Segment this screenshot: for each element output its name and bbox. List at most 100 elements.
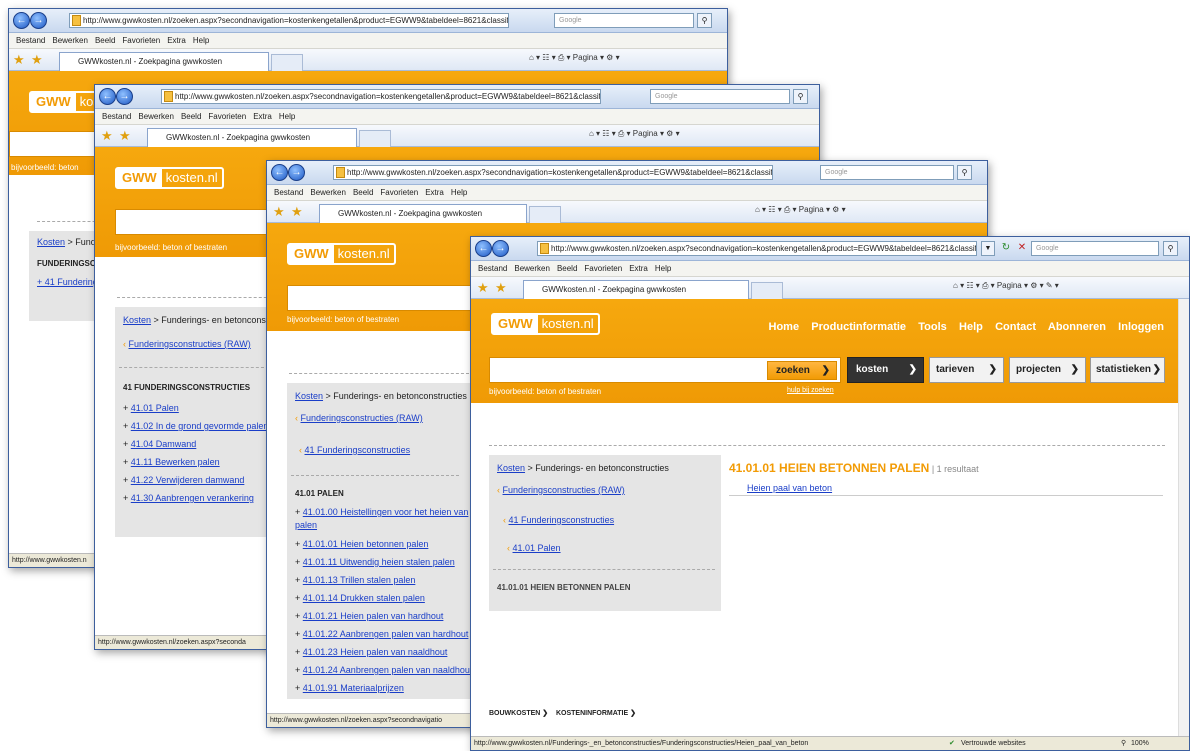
menu-view[interactable]: Beeld — [181, 112, 201, 121]
page-menu[interactable]: Pagina — [997, 281, 1022, 290]
search-box[interactable]: Google — [650, 89, 790, 104]
add-favorite-icon[interactable]: ★ — [31, 52, 43, 68]
menu-tools[interactable]: Extra — [425, 188, 444, 197]
menu-tools[interactable]: Extra — [253, 112, 272, 121]
site-logo[interactable]: GWW kosten.nl — [491, 313, 600, 335]
url-field[interactable]: http://www.gwwkosten.nl/zoeken.aspx?seco… — [333, 165, 773, 180]
footer-bouwkosten[interactable]: BOUWKOSTEN — [489, 710, 540, 717]
site-logo[interactable]: GWW kosten.nl — [287, 243, 396, 265]
add-favorite-icon[interactable]: ★ — [495, 280, 507, 296]
back-icon[interactable]: ← — [99, 88, 116, 105]
new-tab[interactable] — [359, 130, 391, 147]
search-box[interactable]: Google — [820, 165, 954, 180]
menu-view[interactable]: Beeld — [353, 188, 373, 197]
back-icon[interactable]: ← — [13, 12, 30, 29]
sidebar-item[interactable]: + 41.11 Bewerken palen — [123, 457, 220, 467]
menu-tools[interactable]: Extra — [629, 264, 648, 273]
sidebar-item[interactable]: + 41.30 Aanbrengen verankering — [123, 493, 254, 503]
search-icon[interactable]: ⚲ — [1163, 241, 1178, 256]
sidebar-item[interactable]: + 41.01 Palen — [123, 403, 179, 413]
stop-icon[interactable]: ✕ — [1015, 241, 1029, 256]
print-icon[interactable]: ⎙ — [982, 281, 988, 290]
forward-icon[interactable]: → — [30, 12, 47, 29]
sidebar-item[interactable]: + 41.01.23 Heien palen van naaldhout — [295, 647, 447, 657]
sidebar-item[interactable]: + 41.01.13 Trillen stalen palen — [295, 575, 415, 585]
back-link[interactable]: ‹ 41 Funderingsconstructies — [299, 445, 410, 455]
back-link[interactable]: ‹ Funderingsconstructies (RAW) — [295, 413, 423, 423]
tarieven-button[interactable]: tarieven ❯ — [929, 357, 1004, 383]
search-icon[interactable]: ⚲ — [793, 89, 808, 104]
add-favorite-icon[interactable]: ★ — [291, 204, 303, 220]
menu-tools[interactable]: Extra — [167, 36, 186, 45]
back-link[interactable]: ‹ Funderingsconstructies (RAW) — [497, 485, 625, 495]
new-tab[interactable] — [751, 282, 783, 299]
favorites-star-icon[interactable]: ★ — [273, 204, 285, 220]
menu-edit[interactable]: Bewerken — [310, 188, 346, 197]
projecten-button[interactable]: projecten ❯ — [1009, 357, 1086, 383]
breadcrumb-link[interactable]: Kosten — [123, 315, 151, 325]
nav-contact[interactable]: Contact — [995, 321, 1036, 333]
browser-tab[interactable]: GWWkosten.nl - Zoekpagina gwwkosten — [59, 52, 269, 71]
nav-inloggen[interactable]: Inloggen — [1118, 321, 1164, 333]
sidebar-item[interactable]: + 41.04 Damwand — [123, 439, 196, 449]
back-link[interactable]: ‹ 41 Funderingsconstructies — [503, 515, 614, 525]
menu-file[interactable]: Bestand — [16, 36, 45, 45]
feeds-icon[interactable]: ☷ — [966, 281, 973, 290]
back-link[interactable]: ‹ 41.01 Palen — [507, 543, 561, 553]
sidebar-item[interactable]: + 41.01.14 Drukken stalen palen — [295, 593, 425, 603]
menu-file[interactable]: Bestand — [102, 112, 131, 121]
forward-icon[interactable]: → — [492, 240, 509, 257]
add-favorite-icon[interactable]: ★ — [119, 128, 131, 144]
menu-file[interactable]: Bestand — [274, 188, 303, 197]
favorites-star-icon[interactable]: ★ — [13, 52, 25, 68]
forward-icon[interactable]: → — [116, 88, 133, 105]
breadcrumb-link[interactable]: Kosten — [37, 237, 65, 247]
browser-tab[interactable]: GWWkosten.nl - Zoekpagina gwwkosten — [319, 204, 527, 223]
search-icon[interactable]: ⚲ — [957, 165, 972, 180]
research-icon[interactable]: ✎ — [1046, 281, 1053, 290]
help-search-link[interactable]: hulp bij zoeken — [787, 387, 834, 394]
search-input[interactable] — [287, 285, 477, 311]
sidebar-item[interactable]: + 41.22 Verwijderen damwand — [123, 475, 244, 485]
menu-favorites[interactable]: Favorieten — [122, 36, 160, 45]
search-box[interactable]: Google — [1031, 241, 1159, 256]
menu-help[interactable]: Help — [655, 264, 671, 273]
new-tab[interactable] — [271, 54, 303, 71]
nav-help[interactable]: Help — [959, 321, 983, 333]
nav-productinformatie[interactable]: Productinformatie — [811, 321, 906, 333]
zoeken-button[interactable]: zoeken ❯ — [767, 361, 837, 380]
menu-favorites[interactable]: Favorieten — [584, 264, 622, 273]
new-tab[interactable] — [529, 206, 561, 223]
back-link[interactable]: ‹ Funderingsconstructies (RAW) — [123, 339, 251, 349]
search-box[interactable]: Google — [554, 13, 694, 28]
back-icon[interactable]: ← — [271, 164, 288, 181]
breadcrumb-link[interactable]: Kosten — [295, 391, 323, 401]
url-dropdown-icon[interactable]: ▼ — [981, 241, 995, 256]
menu-favorites[interactable]: Favorieten — [380, 188, 418, 197]
menu-edit[interactable]: Bewerken — [138, 112, 174, 121]
site-logo[interactable]: GWW kosten.nl — [115, 167, 224, 189]
menu-edit[interactable]: Bewerken — [514, 264, 550, 273]
forward-icon[interactable]: → — [288, 164, 305, 181]
menu-favorites[interactable]: Favorieten — [208, 112, 246, 121]
tools-icon[interactable]: ⚙ — [1030, 281, 1037, 290]
menu-edit[interactable]: Bewerken — [52, 36, 88, 45]
sidebar-item[interactable]: + 41.01.21 Heien palen van hardhout — [295, 611, 443, 621]
breadcrumb-link[interactable]: Kosten — [497, 463, 525, 473]
sidebar-item[interactable]: + 41.01.00 Heistellingen voor het heien … — [295, 507, 468, 517]
browser-tab[interactable]: GWWkosten.nl - Zoekpagina gwwkosten — [147, 128, 357, 147]
menu-view[interactable]: Beeld — [95, 36, 115, 45]
search-input[interactable] — [115, 209, 275, 235]
favorites-star-icon[interactable]: ★ — [101, 128, 113, 144]
kosten-button[interactable]: kosten ❯ — [847, 357, 924, 383]
url-field[interactable]: http://www.gwwkosten.nl/zoeken.aspx?seco… — [161, 89, 601, 104]
zoom-level[interactable]: 100% — [1131, 737, 1149, 750]
menu-file[interactable]: Bestand — [478, 264, 507, 273]
sidebar-item[interactable]: + 41.01.91 Materiaalprijzen — [295, 683, 404, 693]
nav-home[interactable]: Home — [769, 321, 800, 333]
home-icon[interactable]: ⌂ — [953, 281, 958, 290]
sidebar-item[interactable]: + 41.02 In de grond gevormde palen — [123, 421, 268, 431]
back-icon[interactable]: ← — [475, 240, 492, 257]
menu-help[interactable]: Help — [451, 188, 467, 197]
refresh-icon[interactable]: ↻ — [999, 241, 1013, 256]
